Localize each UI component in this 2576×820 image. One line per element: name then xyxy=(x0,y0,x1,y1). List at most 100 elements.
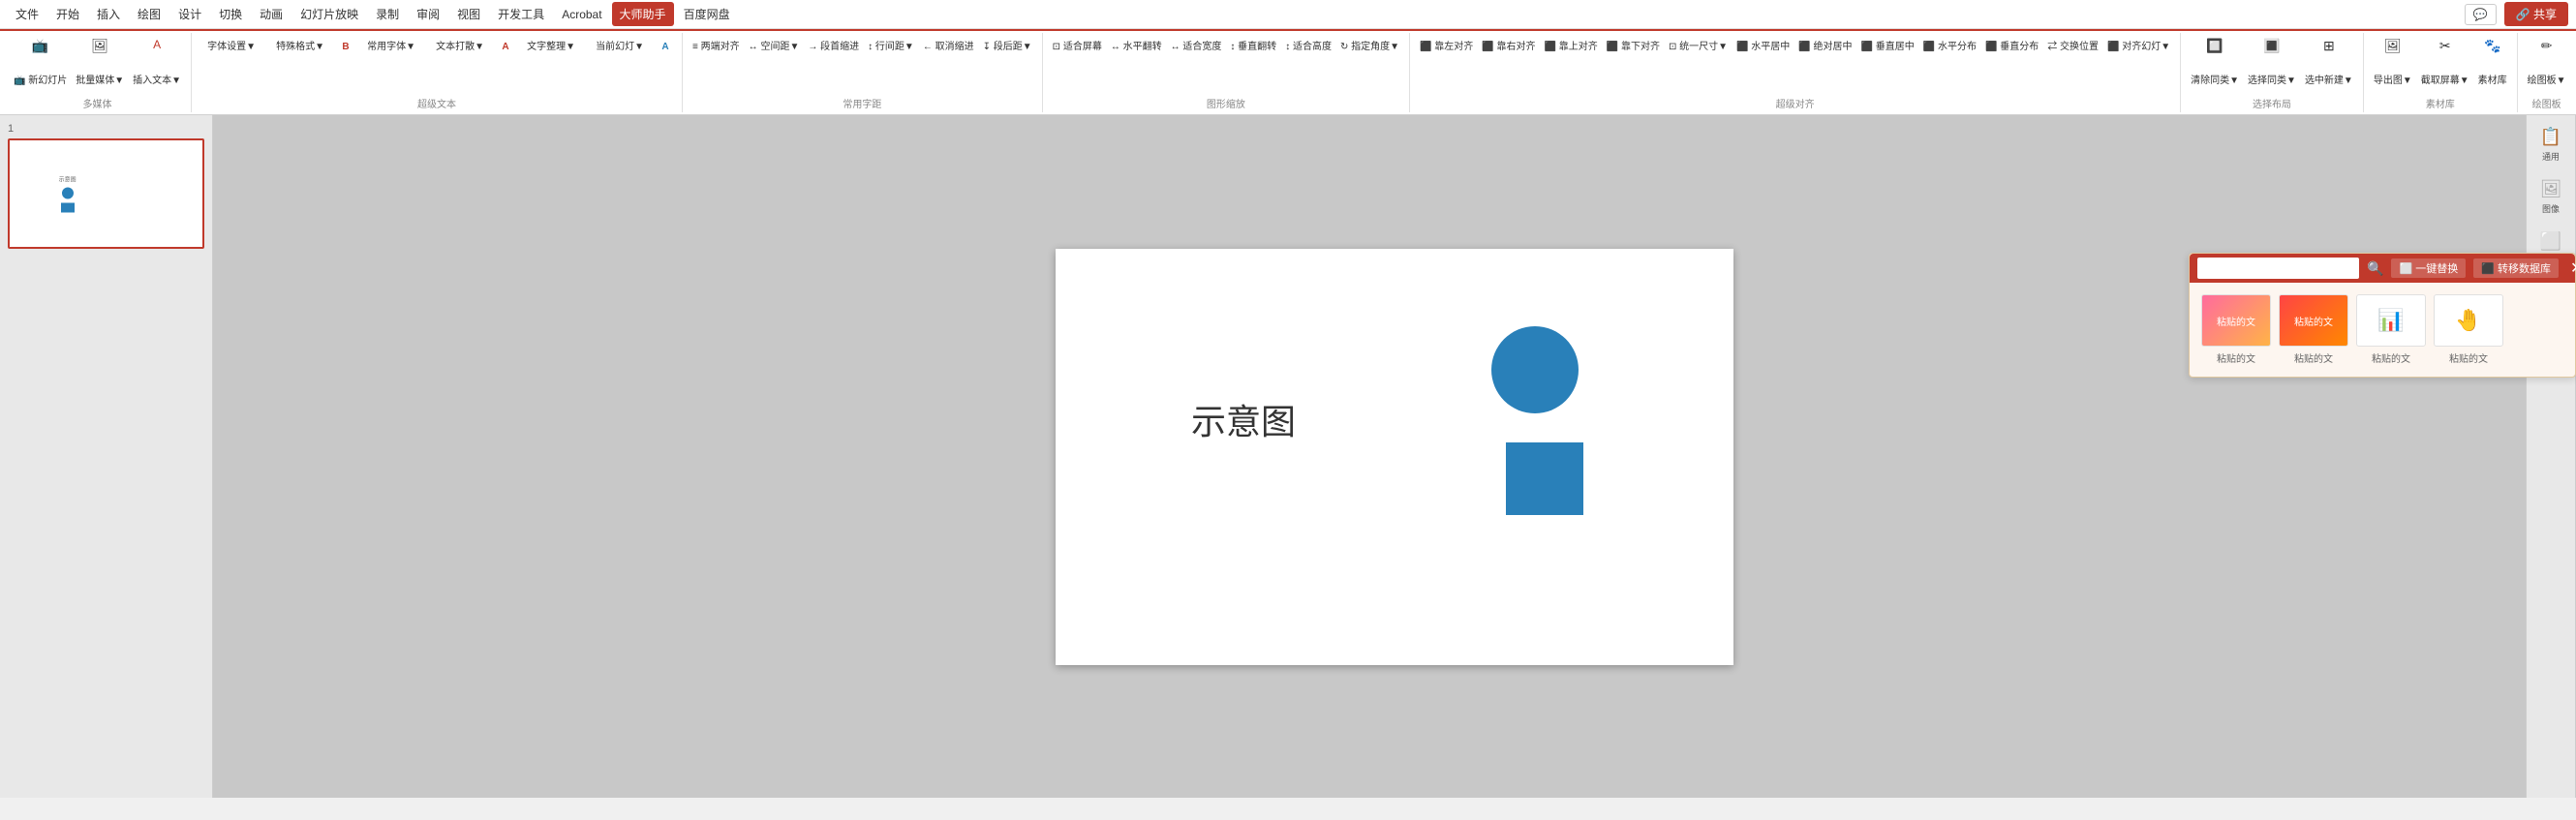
h-dist-btn[interactable]: ⬛ 水平分布 xyxy=(1919,35,1980,60)
scale-row3: ↕ 适合高度 ↻ 指定角度▼ xyxy=(1281,35,1403,60)
menu-review[interactable]: 审阅 xyxy=(409,2,447,26)
screenshot-icon: ✂ xyxy=(2439,39,2451,52)
transfer-database-btn[interactable]: ⬛ 转移数据库 xyxy=(2473,258,2559,278)
drawboard-icon: ✏ xyxy=(2541,39,2553,52)
special-format-btn[interactable]: 特殊格式▼ xyxy=(266,35,334,60)
multimedia-buttons: 📺 📺 新幻灯片 🖼 批量媒体▼ A 插入文本▼ xyxy=(10,35,185,94)
text-tidy-btn[interactable]: 文字整理▼ xyxy=(517,35,585,60)
supertext-row1: 字体设置▼ 特殊格式▼ B xyxy=(198,35,356,60)
menu-start[interactable]: 开始 xyxy=(48,2,87,26)
menu-file[interactable]: 文件 xyxy=(8,2,46,26)
clear-same-btn[interactable]: 🔲 清除同类▼ xyxy=(2187,35,2243,89)
h-flip-btn[interactable]: ↔ 水平翻转 xyxy=(1107,35,1166,60)
menu-design[interactable]: 设计 xyxy=(170,2,209,26)
clip-4-icon: 🤚 xyxy=(2455,308,2481,333)
clipboard-search-icon[interactable]: 🔍 xyxy=(2367,260,2383,277)
bold-btn[interactable]: B xyxy=(335,35,356,60)
shape-icon: ⬜ xyxy=(2540,231,2561,252)
menu-slideshow[interactable]: 幻灯片放映 xyxy=(292,2,366,26)
align-slide-btn[interactable]: ⬛ 对齐幻灯▼ xyxy=(2103,35,2174,60)
justify-btn[interactable]: ≡ 两端对齐 xyxy=(689,35,744,60)
menu-animation[interactable]: 动画 xyxy=(252,2,291,26)
clipboard-search-input[interactable] xyxy=(2197,258,2359,279)
color-a-btn[interactable]: A xyxy=(495,35,516,60)
v-flip-btn[interactable]: ↕ 垂直翻转 xyxy=(1226,35,1280,60)
menu-view[interactable]: 视图 xyxy=(449,2,488,26)
ribbon-group-align: ⬛ 靠左对齐 ⬛ 靠右对齐 ⬛ 靠上对齐 ⬛ 靠下对齐 ⊡ 统一尺寸▼ ⬛ 水平… xyxy=(1410,33,2181,112)
clipboard-item-1[interactable]: 粘贴的文 粘贴的文 xyxy=(2201,294,2271,365)
menu-master[interactable]: 大师助手 xyxy=(612,2,674,26)
cancel-indent-btn[interactable]: ← 取消缩进 xyxy=(919,35,978,60)
menu-dev[interactable]: 开发工具 xyxy=(490,2,552,26)
angle-btn[interactable]: ↻ 指定角度▼ xyxy=(1336,35,1403,60)
line-spacing-btn[interactable]: ↕ 行间距▼ xyxy=(864,35,918,60)
canvas-area[interactable]: 示意图 📋 通用 🖼 图像 ⬜ 形状 📄 多页 xyxy=(213,115,2576,798)
fit-height-btn[interactable]: ↕ 适合高度 xyxy=(1281,35,1335,60)
current-slide-btn[interactable]: 当前幻灯▼ xyxy=(586,35,654,60)
clipboard-close-btn[interactable]: ✕ xyxy=(2566,258,2576,278)
tool-image[interactable]: 🖼 图像 xyxy=(2528,171,2574,222)
comment-button[interactable]: 💬 xyxy=(2465,4,2497,25)
v-dist-btn[interactable]: ⬛ 垂直分布 xyxy=(1981,35,2042,60)
drawboard-label: 绘图板 xyxy=(2524,94,2570,110)
clipboard-thumb-2: 粘贴的文 xyxy=(2279,294,2348,347)
menu-switch[interactable]: 切换 xyxy=(211,2,250,26)
ribbon-group-spacing: ≡ 两端对齐 ↔ 空间距▼ → 段首缩进 ↕ 行间距▼ xyxy=(683,33,1043,112)
asset-lib-icon: 🐾 xyxy=(2484,39,2500,52)
drawboard-btn[interactable]: ✏ 绘图板▼ xyxy=(2524,35,2570,89)
fit-screen-btn[interactable]: ⊡ 适合屏幕 xyxy=(1049,35,1106,60)
spacing-label: 常用字距 xyxy=(689,94,1036,110)
one-click-replace-btn[interactable]: ⬜ 一键替换 xyxy=(2391,258,2466,278)
new-slide-icon: 📺 xyxy=(32,39,48,52)
align-right-btn[interactable]: ⬛ 靠右对齐 xyxy=(1478,35,1539,60)
menu-insert[interactable]: 插入 xyxy=(89,2,128,26)
font-settings-btn[interactable]: 字体设置▼ xyxy=(198,35,265,60)
insert-text-btn[interactable]: A 插入文本▼ xyxy=(129,35,185,89)
swap-btn[interactable]: ⇄ 交换位置 xyxy=(2043,35,2102,60)
clipboard-item-4[interactable]: 🤚 粘贴的文 xyxy=(2434,294,2503,365)
select-new-btn[interactable]: ⊞ 选中新建▼ xyxy=(2301,35,2357,89)
text-scatter-btn[interactable]: 文本打散▼ xyxy=(426,35,494,60)
common-font-btn[interactable]: 常用字体▼ xyxy=(357,35,425,60)
uniform-size-btn[interactable]: ⊡ 统一尺寸▼ xyxy=(1665,35,1732,60)
v-center-btn[interactable]: ⬛ 垂直居中 xyxy=(1857,35,1918,60)
align-bottom-btn[interactable]: ⬛ 靠下对齐 xyxy=(1603,35,1664,60)
ribbon-group-drawboard: ✏ 绘图板▼ 绘图板 xyxy=(2518,33,2576,112)
new-slide-btn[interactable]: 📺 📺 新幻灯片 xyxy=(10,35,71,89)
clipboard-item-3[interactable]: 📊 粘贴的文 xyxy=(2356,294,2426,365)
thumb-text: 示意图 xyxy=(59,175,77,184)
slide-rect-shape xyxy=(1506,442,1583,515)
align-top-btn[interactable]: ⬛ 靠上对齐 xyxy=(1541,35,1602,60)
h-center-btn[interactable]: ⬛ 水平居中 xyxy=(1733,35,1794,60)
tool-general[interactable]: 📋 通用 xyxy=(2528,119,2574,169)
screenshot-btn[interactable]: ✂ 截取屏幕▼ xyxy=(2417,35,2473,89)
ribbon-group-select: 🔲 清除同类▼ 🔳 选择同类▼ ⊞ 选中新建▼ 选择布局 xyxy=(2181,33,2364,112)
space-distance-btn[interactable]: ↔ 空间距▼ xyxy=(745,35,804,60)
select-same-btn[interactable]: 🔳 选择同类▼ xyxy=(2244,35,2300,89)
menu-draw[interactable]: 绘图 xyxy=(130,2,169,26)
abs-center-btn[interactable]: ⬛ 绝对居中 xyxy=(1794,35,1855,60)
clipboard-item-2[interactable]: 粘贴的文 粘贴的文 xyxy=(2279,294,2348,365)
clear-icon: 🔲 xyxy=(2206,39,2223,52)
color-b-btn[interactable]: A xyxy=(655,35,676,60)
para-spacing-btn[interactable]: ↧ 段后距▼ xyxy=(979,35,1036,60)
asset-lib-btn[interactable]: 🐾 素材库 xyxy=(2474,35,2511,89)
main-area: 1 示意图 示意图 📋 通用 🖼 图像 ⬜ xyxy=(0,115,2576,798)
export-img-btn[interactable]: 🖼 导出图▼ xyxy=(2370,35,2416,89)
export-icon: 🖼 xyxy=(2384,39,2402,52)
tool-general-label: 通用 xyxy=(2542,150,2560,163)
clipboard-label-2: 粘贴的文 xyxy=(2294,350,2333,365)
align-left-btn[interactable]: ⬛ 靠左对齐 xyxy=(1416,35,1477,60)
clipboard-thumb-1: 粘贴的文 xyxy=(2201,294,2271,347)
slide-thumbnail[interactable]: 示意图 xyxy=(8,138,204,249)
menu-bar: 文件 开始 插入 绘图 设计 切换 动画 幻灯片放映 录制 审阅 视图 开发工具… xyxy=(0,0,2576,29)
menu-acrobat[interactable]: Acrobat xyxy=(554,4,609,25)
batch-media-btn[interactable]: 🖼 批量媒体▼ xyxy=(72,35,128,89)
indent-btn[interactable]: → 段首缩进 xyxy=(804,35,863,60)
align-buttons: ⬛ 靠左对齐 ⬛ 靠右对齐 ⬛ 靠上对齐 ⬛ 靠下对齐 ⊡ 统一尺寸▼ ⬛ 水平… xyxy=(1416,35,2174,94)
menu-baidu[interactable]: 百度网盘 xyxy=(676,2,738,26)
insert-text-icon: A xyxy=(153,39,161,50)
fit-width-btn[interactable]: ↔ 适合宽度 xyxy=(1167,35,1226,60)
share-button[interactable]: 🔗 共享 xyxy=(2504,2,2568,26)
menu-record[interactable]: 录制 xyxy=(368,2,407,26)
